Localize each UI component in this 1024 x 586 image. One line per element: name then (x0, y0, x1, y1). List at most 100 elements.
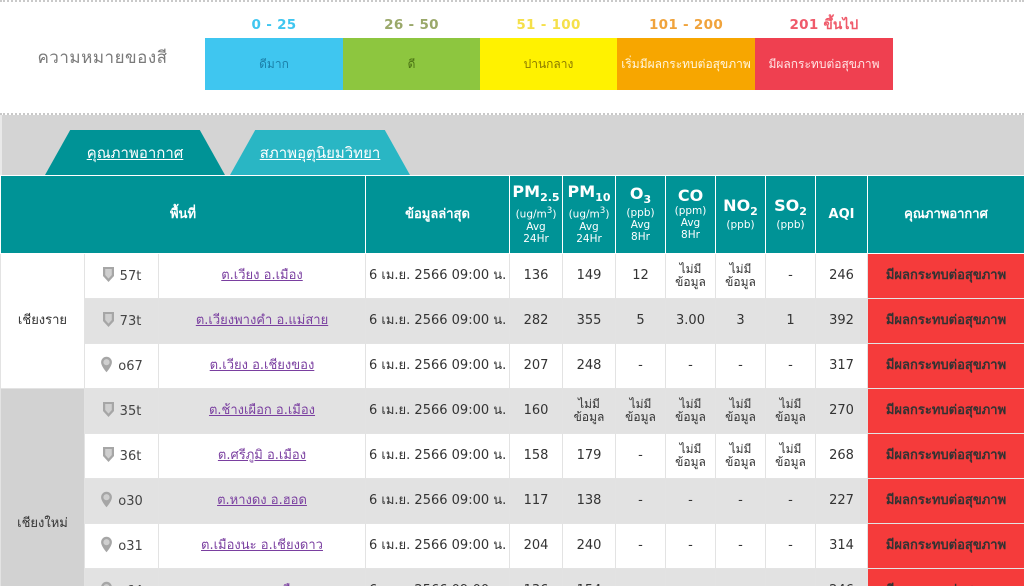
legend-swatch-0: ดีมาก (205, 38, 343, 90)
legend-swatch-3: เริ่มมีผลกระทบต่อสุขภาพ (617, 38, 755, 90)
aqi-value-cell: 392 (816, 299, 868, 344)
shield-pin-icon (102, 311, 115, 332)
pm25-value-cell: 136 (510, 569, 563, 586)
legend-swatch-1: ดี (343, 38, 480, 90)
legend-range-3: 101 - 200 (617, 18, 755, 32)
pm10-value-cell: 138 (563, 479, 616, 524)
no2-value-cell: ไม่มีข้อมูล (716, 254, 766, 299)
pm10-value-cell: 240 (563, 524, 616, 569)
latest-data-cell: 6 เม.ย. 2566 09:00 น. (366, 389, 510, 434)
aqi-table: พื้นที่ ข้อมูลล่าสุด PM2.5 (ug/m3) Avg 2… (0, 175, 1024, 586)
table-row: o64ต.สุเทพ อ.เมือง6 เม.ย. 2566 09:00 น.1… (1, 569, 1024, 586)
pm25-value-cell: 117 (510, 479, 563, 524)
station-code-cell: o31 (85, 524, 159, 569)
station-area-cell[interactable]: ต.เมืองนะ อ.เชียงดาว (159, 524, 366, 569)
station-area-link[interactable]: ต.เมืองนะ อ.เชียงดาว (201, 538, 323, 553)
aqi-value-cell: 227 (816, 479, 868, 524)
no2-value-cell: 3 (716, 299, 766, 344)
circle-pin-icon (100, 536, 113, 557)
station-area-link[interactable]: ต.ช้างเผือก อ.เมือง (209, 403, 315, 418)
table-row: o31ต.เมืองนะ อ.เชียงดาว6 เม.ย. 2566 09:0… (1, 524, 1024, 569)
pm10-hours: 24Hr (565, 233, 613, 245)
air-quality-status-cell: มีผลกระทบต่อสุขภาพ (868, 299, 1024, 344)
station-area-cell[interactable]: ต.เวียง อ.เชียงของ (159, 344, 366, 389)
no2-value-cell: - (716, 569, 766, 586)
legend-range-0: 0 - 25 (205, 18, 343, 32)
so2-value-cell: 1 (766, 299, 816, 344)
table-row: 73tต.เวียงพางคำ อ.แม่สาย6 เม.ย. 2566 09:… (1, 299, 1024, 344)
legend-title: ความหมายของสี (0, 44, 205, 71)
latest-data-cell: 6 เม.ย. 2566 09:00 น. (366, 434, 510, 479)
co-value-cell: - (666, 524, 716, 569)
station-area-cell[interactable]: ต.หางดง อ.ฮอด (159, 479, 366, 524)
co-hours: 8Hr (668, 229, 713, 241)
station-area-link[interactable]: ต.ศรีภูมิ อ.เมือง (218, 448, 306, 463)
pm10-value-cell: 248 (563, 344, 616, 389)
tab-air-quality[interactable]: คุณภาพอากาศ (45, 130, 225, 175)
so2-value-cell: ไม่มีข้อมูล (766, 434, 816, 479)
tab-meteorology[interactable]: สภาพอุตุนิยมวิทยา (230, 130, 410, 175)
shield-pin-icon (102, 401, 115, 422)
col-header-latest[interactable]: ข้อมูลล่าสุด (366, 176, 510, 254)
so2-title: SO2 (774, 196, 807, 215)
air-quality-status-cell: มีผลกระทบต่อสุขภาพ (868, 389, 1024, 434)
province-cell: เชียงใหม่ (1, 389, 85, 586)
col-header-quality[interactable]: คุณภาพอากาศ (868, 176, 1024, 254)
station-code-cell: 36t (85, 434, 159, 479)
pm25-avg: Avg (512, 221, 560, 233)
col-header-pm10[interactable]: PM10 (ug/m3) Avg 24Hr (563, 176, 616, 254)
pm10-value-cell: 154 (563, 569, 616, 586)
station-code: 57t (120, 269, 142, 284)
pm25-value-cell: 282 (510, 299, 563, 344)
station-area-cell[interactable]: ต.ศรีภูมิ อ.เมือง (159, 434, 366, 479)
co-avg: Avg (668, 217, 713, 229)
so2-unit: (ppb) (768, 219, 813, 231)
col-header-so2[interactable]: SO2 (ppb) (766, 176, 816, 254)
station-code-cell: 73t (85, 299, 159, 344)
col-header-o3[interactable]: O3 (ppb) Avg 8Hr (616, 176, 666, 254)
aqi-value-cell: 246 (816, 254, 868, 299)
legend-range-1: 26 - 50 (343, 18, 480, 32)
station-code: 36t (120, 449, 142, 464)
air-quality-status-cell: มีผลกระทบต่อสุขภาพ (868, 344, 1024, 389)
pm10-unit: (ug/m3) (565, 205, 613, 221)
co-value-cell: - (666, 479, 716, 524)
station-area-link[interactable]: ต.เวียงพางคำ อ.แม่สาย (196, 313, 328, 328)
air-quality-status-cell: มีผลกระทบต่อสุขภาพ (868, 479, 1024, 524)
legend-item-0: 0 - 25 ดีมาก (205, 18, 343, 90)
station-area-cell[interactable]: ต.เวียงพางคำ อ.แม่สาย (159, 299, 366, 344)
col-header-aqi[interactable]: AQI (816, 176, 868, 254)
station-area-cell[interactable]: ต.ช้างเผือก อ.เมือง (159, 389, 366, 434)
station-area-cell[interactable]: ต.เวียง อ.เมือง (159, 254, 366, 299)
station-area-link[interactable]: ต.หางดง อ.ฮอด (217, 493, 307, 508)
station-code-cell: 35t (85, 389, 159, 434)
so2-value-cell: - (766, 254, 816, 299)
col-header-area[interactable]: พื้นที่ (1, 176, 366, 254)
station-area-link[interactable]: ต.เวียง อ.เชียงของ (210, 358, 315, 373)
table-body: เชียงราย57tต.เวียง อ.เมือง6 เม.ย. 2566 0… (1, 254, 1024, 586)
station-code-cell: o67 (85, 344, 159, 389)
station-code-cell: o30 (85, 479, 159, 524)
col-header-co[interactable]: CO (ppm) Avg 8Hr (666, 176, 716, 254)
so2-value-cell: - (766, 524, 816, 569)
o3-value-cell: - (616, 344, 666, 389)
legend-item-3: 101 - 200 เริ่มมีผลกระทบต่อสุขภาพ (617, 18, 755, 90)
station-area-link[interactable]: ต.เวียง อ.เมือง (221, 268, 303, 283)
o3-value-cell: 5 (616, 299, 666, 344)
legend-item-1: 26 - 50 ดี (343, 18, 480, 90)
station-area-cell[interactable]: ต.สุเทพ อ.เมือง (159, 569, 366, 586)
circle-pin-icon (100, 581, 113, 586)
station-code: 35t (120, 404, 142, 419)
aqi-value-cell: 317 (816, 344, 868, 389)
o3-value-cell: - (616, 479, 666, 524)
pm25-title: PM2.5 (512, 182, 559, 201)
table-header: พื้นที่ ข้อมูลล่าสุด PM2.5 (ug/m3) Avg 2… (1, 176, 1024, 254)
co-value-cell: 3.00 (666, 299, 716, 344)
station-code-cell: 57t (85, 254, 159, 299)
pm10-avg: Avg (565, 221, 613, 233)
col-header-no2[interactable]: NO2 (ppb) (716, 176, 766, 254)
aqi-value-cell: 268 (816, 434, 868, 479)
legend-swatch-4: มีผลกระทบต่อสุขภาพ (755, 38, 893, 90)
pm10-value-cell: 179 (563, 434, 616, 479)
col-header-pm25[interactable]: PM2.5 (ug/m3) Avg 24Hr (510, 176, 563, 254)
